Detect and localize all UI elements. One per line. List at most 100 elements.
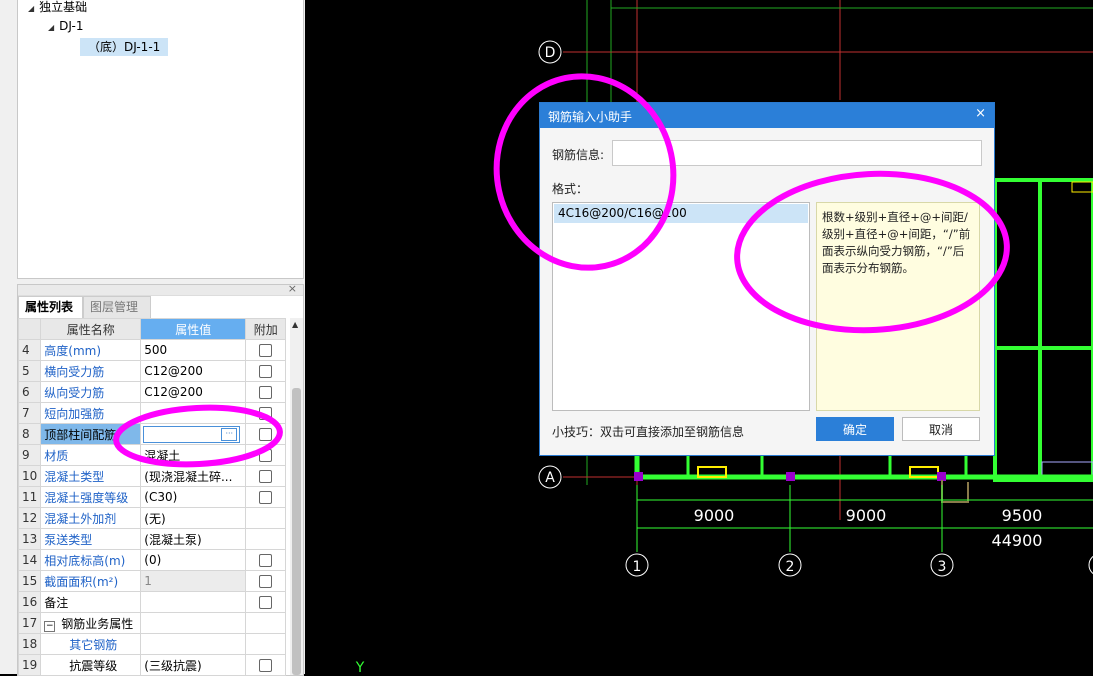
- property-value[interactable]: C12@200: [140, 360, 247, 382]
- property-value[interactable]: [140, 591, 247, 613]
- table-row[interactable]: 9 材质 混凝土: [17, 444, 287, 466]
- scrollbar[interactable]: ▲: [290, 318, 303, 675]
- table-row[interactable]: 13 泵送类型 (混凝土泵): [17, 528, 287, 550]
- tree-node-root[interactable]: ◢ 独立基础: [28, 0, 87, 15]
- property-value[interactable]: (三级抗震): [140, 654, 247, 676]
- scroll-up-icon[interactable]: ▲: [292, 320, 298, 329]
- tree-node-dj1-1[interactable]: （底）DJ-1-1: [80, 38, 169, 56]
- tab-property-list[interactable]: 属性列表: [18, 296, 83, 319]
- rebar-mark: [1041, 461, 1093, 477]
- node-marker: [937, 472, 946, 481]
- axis-a-label: A: [545, 470, 555, 486]
- table-row[interactable]: 7 短向加强筋: [17, 402, 287, 424]
- cancel-button[interactable]: 取消: [902, 417, 980, 441]
- row-number: 13: [17, 528, 42, 550]
- table-row[interactable]: 4 高度(mm) 500: [17, 339, 287, 361]
- extra-checkbox[interactable]: [259, 596, 273, 609]
- property-value[interactable]: [140, 402, 247, 424]
- extra-checkbox[interactable]: [259, 428, 273, 441]
- dim-label-2: 9000: [846, 506, 887, 525]
- ellipsis-button-icon[interactable]: ···: [221, 427, 238, 441]
- dim-label-total: 44900: [992, 531, 1043, 550]
- property-value[interactable]: ···: [140, 423, 247, 445]
- property-value[interactable]: 混凝土: [140, 444, 247, 466]
- tree-node-dj1[interactable]: ◢ DJ-1: [48, 19, 83, 33]
- property-name: 顶部柱间配筋: [40, 423, 142, 445]
- row-number: 18: [17, 633, 42, 655]
- tree-node-label: DJ-1: [59, 19, 84, 33]
- extra-checkbox[interactable]: [259, 554, 273, 567]
- table-row[interactable]: 17− 钢筋业务属性: [17, 612, 287, 634]
- table-row[interactable]: 19 抗震等级 (三级抗震): [17, 654, 287, 676]
- table-row[interactable]: 14 相对底标高(m) (0): [17, 549, 287, 571]
- collapse-icon[interactable]: ◢: [28, 4, 34, 13]
- property-name-text: 顶部柱间配筋: [44, 427, 117, 442]
- format-help-text: 根数+级别+直径+@+间距/级别+直径+@+间距，“/”前面表示纵向受力钢筋，“…: [822, 210, 971, 275]
- collapse-icon[interactable]: −: [44, 620, 56, 632]
- table-row[interactable]: 16 备注: [17, 591, 287, 613]
- left-panel: ◢ 独立基础 ◢ DJ-1 （底）DJ-1-1 × 属性列表 图层管理 属性名称 属…: [0, 0, 305, 676]
- row-number: 8: [17, 423, 42, 445]
- rebar-info-label: 钢筋信息:: [552, 148, 605, 162]
- row-number: 9: [17, 444, 42, 466]
- table-row[interactable]: 10 混凝土类型 (现浇混凝土碎...: [17, 465, 287, 487]
- property-value[interactable]: (C30): [140, 486, 247, 508]
- table-row[interactable]: 8 顶部柱间配筋 ···: [17, 423, 287, 445]
- row-number: 16: [17, 591, 42, 613]
- dialog-title-bar[interactable]: 钢筋输入小助手 ×: [540, 103, 994, 128]
- format-label: 格式：: [552, 182, 589, 196]
- table-row[interactable]: 6 纵向受力筋 C12@200: [17, 381, 287, 403]
- property-name-text: 截面面积(m²): [44, 574, 119, 589]
- close-icon[interactable]: ×: [975, 106, 986, 121]
- ok-button[interactable]: 确定: [816, 417, 894, 441]
- extra-checkbox[interactable]: [259, 491, 273, 504]
- property-value[interactable]: C12@200: [140, 381, 247, 403]
- table-row[interactable]: 15 截面面积(m²) 1: [17, 570, 287, 592]
- extra-cell: [245, 360, 287, 382]
- property-value[interactable]: (现浇混凝土碎...: [140, 465, 247, 487]
- property-name: 材质: [40, 444, 142, 466]
- tab-layer-management[interactable]: 图层管理: [83, 296, 151, 319]
- property-name: 混凝土类型: [40, 465, 142, 487]
- scroll-thumb[interactable]: [292, 388, 301, 675]
- property-value[interactable]: (无): [140, 507, 247, 529]
- extra-checkbox[interactable]: [259, 407, 273, 420]
- table-row[interactable]: 18 其它钢筋: [17, 633, 287, 655]
- property-value[interactable]: [140, 612, 247, 634]
- property-value[interactable]: 500: [140, 339, 247, 361]
- extra-checkbox[interactable]: [259, 575, 273, 588]
- extra-checkbox[interactable]: [259, 449, 273, 462]
- format-list[interactable]: 4C16@200/C16@100: [552, 202, 810, 411]
- close-icon[interactable]: ×: [288, 282, 297, 295]
- property-value[interactable]: (0): [140, 549, 247, 571]
- table-row[interactable]: 11 混凝土强度等级 (C30): [17, 486, 287, 508]
- row-number: 15: [17, 570, 42, 592]
- axis-2-label: 2: [786, 559, 795, 575]
- property-name: − 钢筋业务属性: [40, 612, 142, 634]
- extra-checkbox[interactable]: [259, 659, 273, 672]
- extra-checkbox[interactable]: [259, 365, 273, 378]
- rebar-info-input[interactable]: [612, 140, 982, 166]
- row-number: 6: [17, 381, 42, 403]
- property-name-text: 备注: [44, 595, 69, 610]
- value-edit-input[interactable]: ···: [143, 425, 241, 443]
- property-name-text: 抗震等级: [69, 658, 118, 673]
- extra-checkbox[interactable]: [259, 386, 273, 399]
- table-row[interactable]: 12 混凝土外加剂 (无): [17, 507, 287, 529]
- extra-checkbox[interactable]: [259, 470, 273, 483]
- property-value[interactable]: (混凝土泵): [140, 528, 247, 550]
- property-name-text: 钢筋业务属性: [61, 616, 134, 631]
- row-number: 17: [17, 612, 42, 634]
- property-name: 其它钢筋: [40, 633, 142, 655]
- collapse-icon[interactable]: ◢: [48, 23, 54, 32]
- format-list-item[interactable]: 4C16@200/C16@100: [554, 204, 808, 223]
- property-name: 备注: [40, 591, 142, 613]
- rebar-mark: [1071, 181, 1093, 193]
- extra-cell: [245, 591, 287, 613]
- property-value[interactable]: 1: [140, 570, 247, 592]
- property-value[interactable]: [140, 633, 247, 655]
- row-number: 4: [17, 339, 42, 361]
- extra-cell: [245, 465, 287, 487]
- table-row[interactable]: 5 横向受力筋 C12@200: [17, 360, 287, 382]
- extra-checkbox[interactable]: [259, 344, 273, 357]
